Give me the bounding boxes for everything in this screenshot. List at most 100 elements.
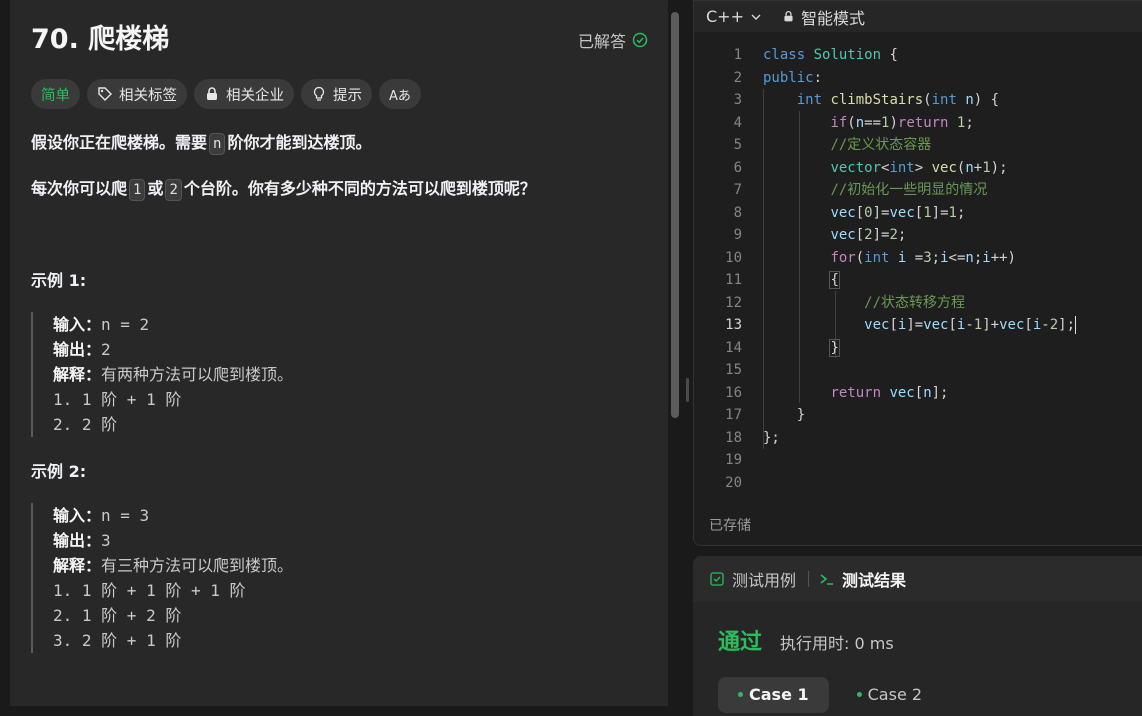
- code-line: 11 {: [725, 271, 840, 289]
- code-line: 5 //定义状态容器: [733, 137, 932, 153]
- related-companies-label: 相关企业: [226, 87, 284, 104]
- code-line: 16 return vec[n];: [725, 384, 949, 401]
- test-panel-tabs: 测试用例 测试结果: [693, 556, 1142, 602]
- step-line: 1. 1 阶 + 1 阶: [53, 390, 182, 409]
- hint-button[interactable]: 提示: [301, 79, 372, 109]
- code-line: 12 //状态转移方程: [725, 294, 966, 311]
- terminal-icon: [820, 574, 834, 585]
- code-line: 8 vec[0]=vec[1]=1;: [733, 204, 966, 221]
- tag-bar: 简单 相关标签 相关企业 提示 Aあ: [31, 79, 421, 109]
- case-1-label: Case 1: [749, 685, 809, 704]
- chevron-down-icon: [751, 14, 761, 20]
- code-line: 7 //初始化一些明显的情况: [733, 182, 988, 198]
- example-2-title: 示例 2:: [31, 462, 87, 481]
- input-label: 输入：: [53, 506, 102, 525]
- code-line: 9 vec[2]=2;: [733, 227, 907, 243]
- desc1-text-end: 阶你才能到达楼顶。: [227, 133, 372, 152]
- smart-mode-toggle[interactable]: 智能模式: [782, 5, 865, 29]
- output-label: 输出：: [53, 531, 102, 550]
- code-text-area[interactable]: 1 class Solution { 2 public: 3 int climbSt…: [694, 44, 1142, 494]
- tab-test-result[interactable]: 测试结果: [819, 567, 906, 591]
- example-2-block: 输入：n = 3 输出：3 解释：有三种方法可以爬到楼顶。 1. 1 阶 + 1…: [31, 503, 293, 653]
- lock-icon: [207, 87, 217, 100]
- runtime-text: 执行用时: 0 ms: [780, 634, 894, 653]
- code-line: 19: [725, 452, 742, 468]
- test-panel: 测试用例 测试结果 通过 执行用时: 0 ms Case 1 Case 2: [693, 556, 1142, 716]
- input-label: 输入：: [53, 315, 102, 334]
- tab-result-label: 测试结果: [842, 571, 907, 590]
- tab-testcase[interactable]: 测试用例: [709, 567, 796, 591]
- code-line: 6 vector<int> vec(n+1);: [733, 159, 1008, 176]
- checkbox-icon: [710, 572, 724, 586]
- explain-value: 有三种方法可以爬到楼顶。: [101, 556, 294, 575]
- result-status: 通过: [718, 630, 763, 655]
- code-line: 4 if(n==1)return 1;: [733, 114, 974, 131]
- related-tags-label: 相关标签: [119, 87, 177, 104]
- step-line: 1. 1 阶 + 1 阶 + 1 阶: [53, 581, 246, 600]
- tag-icon: [98, 87, 112, 101]
- description-line-2: 每次你可以爬 1 或 2 个台阶。你有多少种不同的方法可以爬到楼顶呢？: [31, 176, 536, 202]
- inline-code-n: n: [209, 133, 226, 155]
- code-editor-panel: C++ 智能模式 1 class Solution { 2 public: 3 in…: [693, 0, 1142, 546]
- code-line-active: 13 vec[i]=vec[i-1]+vec[i-2];: [725, 316, 1076, 334]
- code-line: 3 int climbStairs(int n) {: [733, 92, 1000, 108]
- panel-resize-handle[interactable]: [686, 378, 689, 402]
- code-line: 18};: [725, 429, 780, 446]
- output-value: 3: [101, 531, 111, 550]
- solved-label: 已解答: [577, 32, 626, 51]
- lightbulb-icon: [313, 86, 325, 101]
- related-tags-button[interactable]: 相关标签: [87, 79, 187, 109]
- saved-status: 已存储: [709, 518, 751, 534]
- editor-toolbar: C++ 智能模式: [694, 1, 1142, 32]
- step-line: 2. 1 阶 + 2 阶: [53, 606, 182, 625]
- difficulty-label: 简单: [41, 87, 70, 104]
- case-1-tab[interactable]: Case 1: [718, 677, 829, 713]
- output-label: 输出：: [53, 340, 102, 359]
- related-companies-button[interactable]: 相关企业: [194, 79, 294, 109]
- tab-divider: [808, 571, 810, 587]
- code-line: 17 }: [725, 407, 806, 423]
- explain-label: 解释：: [53, 556, 102, 575]
- case-2-label: Case 2: [867, 685, 923, 704]
- explain-value: 有两种方法可以爬到楼顶。: [101, 365, 294, 384]
- explain-label: 解释：: [53, 365, 102, 384]
- tab-testcase-label: 测试用例: [732, 571, 797, 590]
- lock-icon: [784, 10, 793, 22]
- check-circle-icon: [632, 32, 648, 48]
- example-1-block: 输入：n = 2 输出：2 解释：有两种方法可以爬到楼顶。 1. 1 阶 + 1…: [31, 312, 293, 437]
- inline-code-2: 2: [165, 179, 182, 201]
- mode-label: 智能模式: [800, 8, 865, 28]
- result-summary: 通过 执行用时: 0 ms: [718, 624, 894, 656]
- problem-panel: 70. 爬楼梯 已解答 简单 相关标签 相关企业 提示 Aあ 假设你正在爬楼梯。…: [10, 0, 668, 706]
- example-1-title: 示例 1:: [31, 271, 87, 290]
- code-line: 2 public:: [733, 69, 823, 86]
- language-select[interactable]: C++: [706, 7, 762, 26]
- desc2-text: 每次你可以爬: [31, 179, 128, 198]
- translate-icon: Aあ: [389, 88, 411, 104]
- inline-code-1: 1: [129, 179, 146, 201]
- solved-status: 已解答: [578, 28, 648, 52]
- difficulty-tag[interactable]: 简单: [31, 79, 80, 109]
- code-line: 14 }: [725, 338, 840, 357]
- desc2-text-mid: 或: [147, 179, 164, 198]
- description-line-1: 假设你正在爬楼梯。需要 n 阶你才能到达楼顶。: [31, 130, 371, 156]
- case-2-tab[interactable]: Case 2: [837, 677, 942, 713]
- problem-title: 70. 爬楼梯: [31, 24, 170, 55]
- desc1-text: 假设你正在爬楼梯。需要: [31, 133, 208, 152]
- output-value: 2: [101, 340, 111, 359]
- case-tabs: Case 1 Case 2: [718, 677, 942, 713]
- language-label: C++: [706, 7, 744, 26]
- description-scrollbar[interactable]: [671, 12, 679, 418]
- pass-dot: [738, 692, 743, 697]
- step-line: 2. 2 阶: [53, 415, 118, 434]
- input-value: n = 2: [101, 315, 150, 334]
- step-line: 3. 2 阶 + 1 阶: [53, 631, 182, 650]
- code-line: 20: [725, 474, 742, 491]
- desc2-text-end: 个台阶。你有多少种不同的方法可以爬到楼顶呢？: [183, 179, 536, 198]
- translate-button[interactable]: Aあ: [379, 79, 421, 109]
- code-line: 1 class Solution {: [733, 47, 898, 63]
- pass-dot: [856, 692, 862, 697]
- code-line: 15: [725, 362, 742, 378]
- hint-label: 提示: [333, 87, 362, 104]
- input-value: n = 3: [101, 506, 150, 525]
